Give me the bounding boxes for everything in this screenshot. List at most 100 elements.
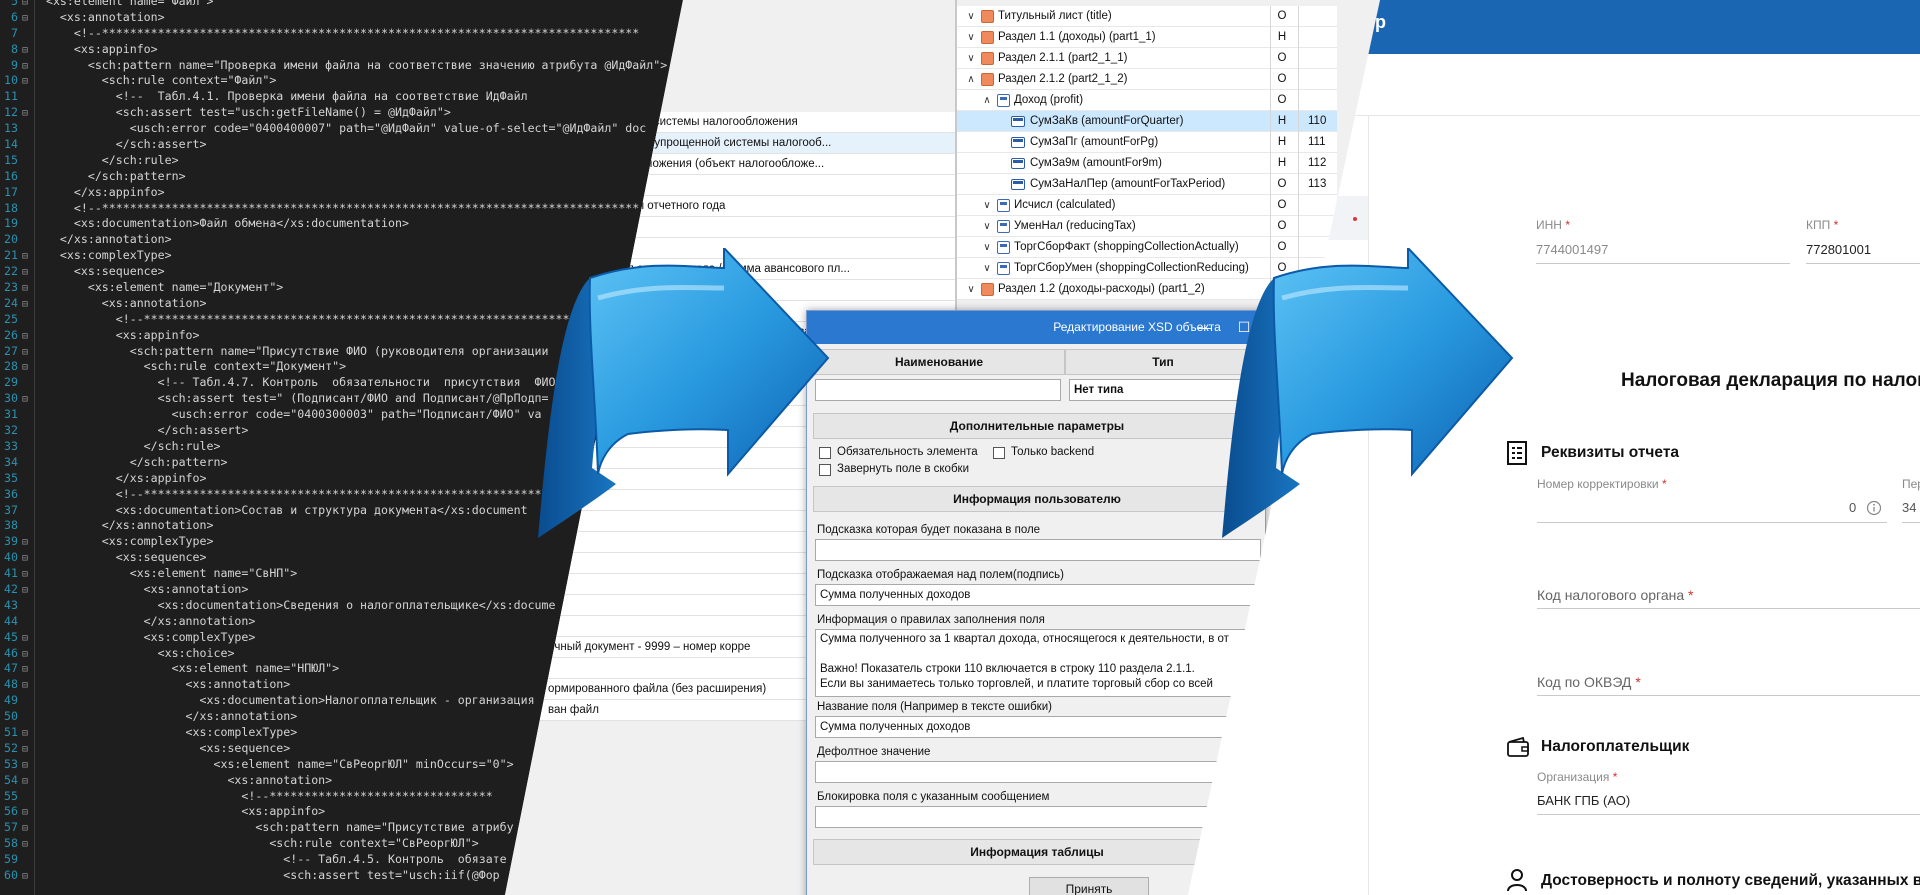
hint-above-input[interactable]: Сумма полученных доходов — [815, 584, 1261, 606]
code-line[interactable]: 40 ⊟ <xs:sequence> — [0, 550, 667, 566]
chevron-down-icon[interactable]: ∨ — [965, 48, 977, 69]
code-line[interactable]: 9 ⊟ <sch:pattern name="Проверка имени фай… — [0, 58, 667, 74]
tree-node[interactable]: ∨ Раздел 1.1 (доходы) (part1_1) Н — [957, 27, 1337, 48]
chevron-down-icon[interactable]: ∨ — [981, 237, 993, 258]
correction-underline[interactable] — [1537, 522, 1887, 523]
fold-toggle-icon[interactable]: ⊟ — [18, 281, 32, 297]
fold-toggle-icon[interactable]: ⊟ — [18, 535, 32, 551]
chevron-down-icon[interactable]: ∨ — [965, 27, 977, 48]
chevron-down-icon[interactable]: ∨ — [965, 6, 977, 27]
code-line[interactable]: 5 ⊟ <xs:element name="Файл"> — [0, 0, 667, 10]
tree-node-label: Раздел 2.1.2 (part2_1_2) — [998, 73, 1128, 85]
fold-toggle-icon[interactable]: ⊟ — [18, 249, 32, 265]
code-text: <usch:error code="0400400007" path="@ИдФ… — [32, 121, 647, 136]
chevron-down-icon[interactable]: ∨ — [981, 258, 993, 279]
rules-line: Важно! Показатель строки 110 включается … — [820, 663, 1195, 675]
fold-toggle-icon[interactable]: ⊟ — [18, 297, 32, 313]
code-line[interactable]: 14 </sch:assert> — [0, 137, 667, 153]
fold-toggle-icon[interactable]: ⊟ — [18, 567, 32, 583]
tax-authority-field[interactable]: Код налогового органа * — [1537, 587, 1693, 603]
fold-toggle-icon[interactable]: ⊟ — [18, 551, 32, 567]
code-line[interactable]: 19 <xs:documentation>Файл обмена</xs:doc… — [0, 216, 667, 232]
code-line[interactable]: 7 <!--**********************************… — [0, 26, 667, 42]
element-icon — [997, 241, 1010, 254]
code-line[interactable]: 15 </sch:rule> — [0, 153, 667, 169]
code-line[interactable]: 17 </xs:appinfo> — [0, 185, 667, 201]
required-flag: О — [1277, 52, 1287, 64]
fold-toggle-icon[interactable]: ⊟ — [18, 43, 32, 59]
fold-toggle-icon[interactable]: ⊟ — [18, 821, 32, 837]
chevron-up-icon[interactable]: ∧ — [965, 69, 977, 90]
tree-node[interactable]: ∨ Исчисл (calculated) О — [957, 195, 1337, 216]
fold-toggle-icon[interactable]: ⊟ — [18, 106, 32, 122]
line-number: 45 — [4, 629, 18, 644]
tree-node[interactable]: ∨ Раздел 2.1.1 (part2_1_1) О — [957, 48, 1337, 69]
line-number: 35 — [4, 470, 18, 485]
default-value-input[interactable] — [815, 761, 1261, 783]
chevron-down-icon[interactable]: ∨ — [965, 279, 977, 300]
tree-node[interactable]: ∨ Титульный лист (title) О — [957, 6, 1337, 27]
fold-toggle-icon[interactable]: ⊟ — [18, 726, 32, 742]
folder-icon — [981, 31, 994, 44]
tree-node-label: СумЗаНалПер (amountForTaxPeriod) — [1030, 178, 1226, 190]
tree-node[interactable]: ∨ УменНал (reducingTax) О — [957, 216, 1337, 237]
rules-textarea[interactable]: Сумма полученного за 1 квартал дохода, о… — [815, 629, 1261, 697]
code-line[interactable]: 12 ⊟ <sch:assert test="usch:getFileName()… — [0, 105, 667, 121]
fold-toggle-icon[interactable]: ⊟ — [18, 74, 32, 90]
chevron-up-icon[interactable]: ∧ — [981, 90, 993, 111]
code-line[interactable]: 13 <usch:error code="0400400007" path="@… — [0, 121, 667, 137]
code-line[interactable]: 16 </sch:pattern> — [0, 169, 667, 185]
code-text: <xs:documentation>Состав и структура док… — [32, 502, 528, 517]
line-number: 37 — [4, 502, 18, 517]
tree-node[interactable]: СумЗаПг (amountForPg) Н 111 — [957, 132, 1337, 153]
info-icon[interactable] — [1866, 500, 1882, 516]
required-checkbox-label: Обязательность элемента — [837, 446, 978, 458]
tree-node[interactable]: СумЗаКв (amountForQuarter) Н 110 — [957, 111, 1337, 132]
okved-underline[interactable] — [1537, 695, 1920, 696]
chevron-down-icon[interactable]: ∨ — [981, 216, 993, 237]
tree-node[interactable]: ∧ Раздел 2.1.2 (part2_1_2) О — [957, 69, 1337, 90]
tree-node[interactable]: ∧ Доход (profit) О — [957, 90, 1337, 111]
code-line[interactable]: 11 <!-- Табл.4.1. Проверка имени файла н… — [0, 89, 667, 105]
fold-toggle-icon[interactable]: ⊟ — [18, 583, 32, 599]
code-line[interactable]: 20 </xs:annotation> — [0, 232, 667, 248]
fold-toggle-icon[interactable]: ⊟ — [18, 869, 32, 885]
fold-toggle-icon[interactable]: ⊟ — [18, 345, 32, 361]
fold-toggle-icon[interactable]: ⊟ — [18, 360, 32, 376]
hint-in-field-input[interactable] — [815, 539, 1261, 561]
code-line[interactable]: 6 ⊟ <xs:annotation> — [0, 10, 667, 26]
fold-toggle-icon[interactable]: ⊟ — [18, 742, 32, 758]
fold-toggle-icon[interactable]: ⊟ — [18, 837, 32, 853]
fold-toggle-icon[interactable]: ⊟ — [18, 758, 32, 774]
okved-field[interactable]: Код по ОКВЭД * — [1537, 674, 1641, 690]
transition-arrow-icon — [1222, 248, 1514, 538]
organization-underline[interactable] — [1537, 814, 1920, 815]
fold-toggle-icon[interactable]: ⊟ — [18, 265, 32, 281]
tax-authority-underline[interactable] — [1537, 608, 1920, 609]
fold-toggle-icon[interactable]: ⊟ — [18, 631, 32, 647]
fold-toggle-icon[interactable]: ⊟ — [18, 11, 32, 27]
fold-toggle-icon[interactable]: ⊟ — [18, 678, 32, 694]
name-input[interactable] — [815, 379, 1061, 401]
chevron-down-icon[interactable]: ∨ — [981, 195, 993, 216]
fold-toggle-icon[interactable]: ⊟ — [18, 647, 32, 663]
accept-button[interactable]: Принять — [1029, 877, 1149, 895]
backend-only-checkbox[interactable] — [993, 447, 1005, 459]
fold-toggle-icon[interactable]: ⊟ — [18, 774, 32, 790]
fold-toggle-icon[interactable]: ⊟ — [18, 662, 32, 678]
fold-toggle-icon[interactable]: ⊟ — [18, 59, 32, 75]
tree-node[interactable]: СумЗа9м (amountFor9m) Н 112 — [957, 153, 1337, 174]
block-message-input[interactable] — [815, 806, 1261, 828]
fold-toggle-icon[interactable]: ⊟ — [18, 392, 32, 408]
organization-value[interactable]: БАНК ГПБ (АО) — [1537, 793, 1630, 808]
code-line[interactable]: 8 ⊟ <xs:appinfo> — [0, 42, 667, 58]
fold-toggle-icon[interactable]: ⊟ — [18, 805, 32, 821]
tree-node[interactable]: СумЗаНалПер (amountForTaxPeriod) О 113 — [957, 174, 1337, 195]
code-line[interactable]: 10 ⊟ <sch:rule context="Файл"> — [0, 73, 667, 89]
code-line[interactable]: 41 ⊟ <xs:element name="СвНП"> — [0, 566, 667, 582]
fold-toggle-icon[interactable]: ⊟ — [18, 329, 32, 345]
code-line[interactable]: 18 <!--*********************************… — [0, 201, 667, 217]
period-underline[interactable] — [1902, 522, 1920, 523]
field-name-input[interactable]: Сумма полученных доходов — [815, 716, 1261, 738]
code-text: <sch:pattern name="Проверка имени файла … — [32, 57, 668, 72]
